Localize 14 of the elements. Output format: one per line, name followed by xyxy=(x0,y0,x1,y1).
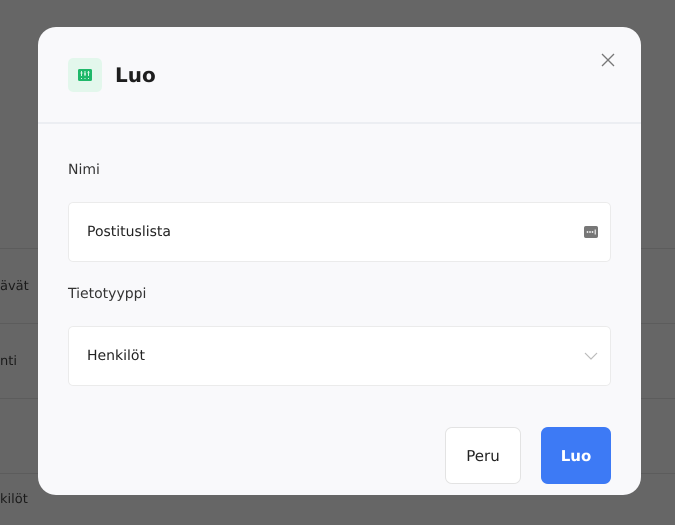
app-icon xyxy=(68,58,102,92)
row-label: nti xyxy=(0,354,17,368)
field-label: Nimi xyxy=(68,162,101,180)
field-label: Tietotyyppi xyxy=(68,286,148,304)
row-label: ävät xyxy=(0,278,29,294)
create-button[interactable]: Luo xyxy=(541,427,611,484)
dropdown-field[interactable]: Henkilöt xyxy=(68,326,611,386)
password-manager-icon[interactable] xyxy=(584,226,598,238)
close-icon[interactable] xyxy=(601,53,615,67)
cancel-button[interactable]: Peru xyxy=(445,427,521,484)
row-label: kilöt xyxy=(0,492,28,507)
input-field[interactable]: Postituslista xyxy=(68,202,611,262)
dialog-title: Luo xyxy=(115,62,156,86)
chevron-down-icon xyxy=(584,352,598,360)
